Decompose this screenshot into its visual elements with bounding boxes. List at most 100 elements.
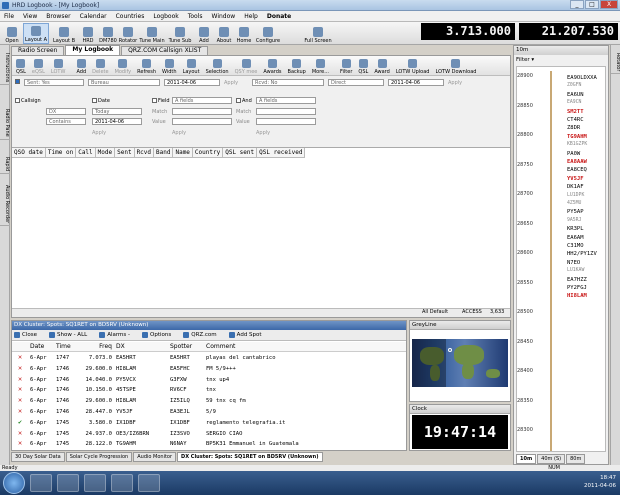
sent-filter[interactable]: Sent: Yes xyxy=(24,79,84,86)
band-spot[interactable]: EA8CEQ xyxy=(567,167,587,173)
sent-checkbox[interactable] xyxy=(15,79,20,84)
date-value-field[interactable]: 2011-04-06 xyxy=(92,118,142,125)
band-spot[interactable]: DK1AF xyxy=(567,184,584,190)
dock-tab-audio-recorder[interactable]: Audio Recorder xyxy=(0,183,10,227)
tune-main-button[interactable]: Tune Main xyxy=(139,23,165,44)
log-col-name[interactable]: Name xyxy=(173,148,193,157)
field-b-select[interactable]: A fields xyxy=(256,97,316,104)
band-spot[interactable]: SM2TT xyxy=(567,109,584,115)
dx-col-dx[interactable]: DX xyxy=(116,342,170,351)
log-filter-button[interactable]: Filter xyxy=(338,56,354,75)
dock-tab-rapid[interactable]: Rapid xyxy=(0,155,10,175)
log-col-qsl-sent[interactable]: QSL sent xyxy=(223,148,258,157)
band-spot[interactable]: 9A5RJ xyxy=(567,218,581,223)
band-spot[interactable]: EA8AAW xyxy=(567,159,587,165)
configure-button[interactable]: Configure xyxy=(255,23,281,44)
menu-countries[interactable]: Countries xyxy=(116,13,145,20)
tune-sub-button[interactable]: Tune Sub xyxy=(167,23,193,44)
band-button-40m-s[interactable]: 40m (S) xyxy=(537,454,566,464)
band-spot[interactable]: EA9OLDXXA xyxy=(567,75,597,81)
date-select[interactable]: Today xyxy=(92,108,142,115)
band-spot[interactable]: N7EO xyxy=(567,260,580,266)
rcvd-filter[interactable]: Rcvd: No xyxy=(252,79,324,86)
band-spot[interactable]: LU1KAW xyxy=(567,268,584,273)
dx-alarms-button[interactable]: Alarms - xyxy=(99,332,136,338)
band-spot[interactable]: EA6UN xyxy=(567,92,584,98)
table-row[interactable]: ✔ 6-Apr 1745 3.580.0 IX1DBF IX1DBF reglamento … xyxy=(12,418,406,428)
date-checkbox[interactable] xyxy=(92,98,97,103)
band-spot[interactable]: YV5JF xyxy=(567,176,584,182)
dock-tab-rotator[interactable]: Rotator xyxy=(611,51,620,75)
log-lotw-upload-button[interactable]: LOTW Upload xyxy=(394,56,432,75)
dx-show-all-button[interactable]: Show - ALL xyxy=(48,332,93,338)
table-row[interactable]: ✕ 6-Apr 1746 14.040.0 PY5VCX G3FXW tnx up4 xyxy=(12,375,406,385)
log-col-mode[interactable]: Mode xyxy=(96,148,116,157)
table-row[interactable]: ✕ 6-Apr 1746 29.600.0 HI8LAM EA5FHC FM 5/9+++ xyxy=(12,364,406,374)
band-spot[interactable]: Z8DR xyxy=(567,125,580,131)
minimize-button[interactable]: _ xyxy=(570,0,584,9)
value-input-1[interactable] xyxy=(172,118,232,125)
taskbar-media-icon[interactable] xyxy=(57,474,79,492)
apply-button-1[interactable]: Apply xyxy=(224,80,238,86)
dx-col-time[interactable]: Time xyxy=(56,342,76,351)
band-button-80m[interactable]: 80m xyxy=(566,454,586,464)
bottom-tab-2[interactable]: Audio Monitor xyxy=(133,452,177,462)
about-button[interactable]: About xyxy=(215,23,233,44)
log-col-country[interactable]: Country xyxy=(193,148,224,157)
bureau-filter[interactable]: Bureau xyxy=(88,79,160,86)
start-button[interactable] xyxy=(3,472,25,494)
menu-window[interactable]: Window xyxy=(212,13,236,20)
apply-button-4[interactable]: Apply xyxy=(172,130,186,136)
home-button[interactable]: Home xyxy=(235,23,253,44)
layout-a-button[interactable]: Layout A xyxy=(23,23,49,44)
menu-calendar[interactable]: Calendar xyxy=(80,13,107,20)
band-filter-button[interactable]: Filter ▾ xyxy=(516,57,534,63)
log-eqsl-button[interactable]: eQSL xyxy=(30,56,47,75)
close-button[interactable]: X xyxy=(600,0,618,9)
taskbar-explorer-icon[interactable] xyxy=(30,474,52,492)
taskbar-hrd-icon[interactable] xyxy=(111,474,133,492)
log-col-band[interactable]: Band xyxy=(154,148,174,157)
direct-filter[interactable]: Direct xyxy=(328,79,384,86)
log-add-button[interactable]: Add xyxy=(74,56,88,75)
band-spot[interactable]: LU1DPK xyxy=(567,193,584,198)
maximize-button[interactable]: □ xyxy=(585,0,599,9)
rows-select[interactable]: Contains xyxy=(46,118,86,125)
log-more-button[interactable]: More... xyxy=(310,56,331,75)
dx-close-button[interactable]: Close xyxy=(14,332,43,338)
log-col-qsl-received[interactable]: QSL received xyxy=(257,148,306,157)
band-spot[interactable]: HH2/PY1ZV xyxy=(567,251,597,257)
log-qsy-mee-button[interactable]: QSY mee xyxy=(233,56,260,75)
dx-col-freq[interactable]: Freq xyxy=(76,342,116,351)
tab-qrz-com-callsign-xlist[interactable]: QRZ.COM Callsign XLIST xyxy=(121,46,209,55)
band-spot[interactable]: 4Z5MU xyxy=(567,201,581,206)
table-row[interactable]: ✕ 6-Apr 1745 28.122.0 TG9AHM N6NAY BP5K31 Emma… xyxy=(12,439,406,449)
log-qsl-button[interactable]: QSL xyxy=(356,56,370,75)
and-checkbox[interactable] xyxy=(236,98,241,103)
band-spot[interactable]: TG9AHM xyxy=(567,134,587,140)
log-lotw-button[interactable]: LOTW xyxy=(49,56,68,75)
rotator-button[interactable]: Rotator xyxy=(119,23,137,44)
band-spot[interactable]: CT4RC xyxy=(567,117,584,123)
log-col-call[interactable]: Call xyxy=(76,148,96,157)
log-award-button[interactable]: Award xyxy=(372,56,392,75)
field-checkbox[interactable] xyxy=(152,98,157,103)
table-row[interactable]: ✕ 6-Apr 1746 10.150.0 45TSPE RV6CF tnx xyxy=(12,385,406,395)
menu-logbook[interactable]: Logbook xyxy=(153,13,178,20)
callsign-checkbox[interactable] xyxy=(15,98,20,103)
log-awards-button[interactable]: Awards xyxy=(261,56,283,75)
band-spot[interactable]: PY5AP xyxy=(567,209,584,215)
table-row[interactable]: ✕ 6-Apr 1745 24.937.0 OE3/IZ6BRN IZ3SVO SERGIO… xyxy=(12,429,406,439)
band-spot[interactable]: EA6AM xyxy=(567,235,584,241)
tab-my-logbook[interactable]: My Logbook xyxy=(65,45,121,55)
apply-button-2[interactable]: Apply xyxy=(448,80,462,86)
menu-tools[interactable]: Tools xyxy=(188,13,203,20)
band-spot[interactable]: KB1GZPK xyxy=(567,142,587,147)
date-to-field[interactable]: 2011-04-06 xyxy=(388,79,444,86)
dx-options-button[interactable]: Options xyxy=(142,332,177,338)
band-spot[interactable]: PY2FGJ xyxy=(567,285,587,291)
table-row[interactable]: ✕ 6-Apr 1747 7.073.0 EA5HRT EA5HRT playas del … xyxy=(12,353,406,363)
match-select-1[interactable] xyxy=(172,108,232,115)
dock-tab-radio-pane[interactable]: Radio Pane xyxy=(0,107,10,140)
log-col-time-on[interactable]: Time on xyxy=(46,148,77,157)
